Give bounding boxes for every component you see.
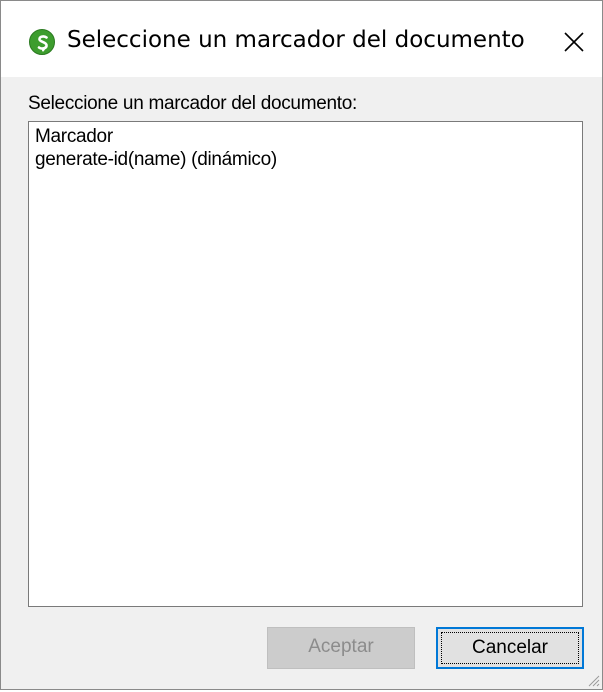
bookmark-dialog: Seleccione un marcador del documento Sel… [0, 0, 603, 690]
cancel-button[interactable]: Cancelar [436, 627, 584, 669]
app-logo-icon [29, 29, 55, 55]
close-button[interactable] [551, 19, 597, 65]
dialog-body: Seleccione un marcador del documento: Ma… [1, 77, 602, 689]
prompt-label: Seleccione un marcador del documento: [28, 93, 357, 114]
focus-indicator [441, 632, 579, 664]
list-item[interactable]: Marcador [35, 125, 576, 148]
title-bar[interactable]: Seleccione un marcador del documento [1, 1, 602, 77]
resize-grip[interactable] [584, 671, 600, 687]
close-icon [564, 32, 584, 52]
bookmark-listbox[interactable]: Marcador generate-id(name) (dinámico) [28, 121, 583, 607]
ok-button[interactable]: Aceptar [267, 627, 415, 669]
window-title: Seleccione un marcador del documento [67, 27, 525, 53]
list-item[interactable]: generate-id(name) (dinámico) [35, 148, 576, 171]
resize-grip-icon [588, 675, 600, 687]
